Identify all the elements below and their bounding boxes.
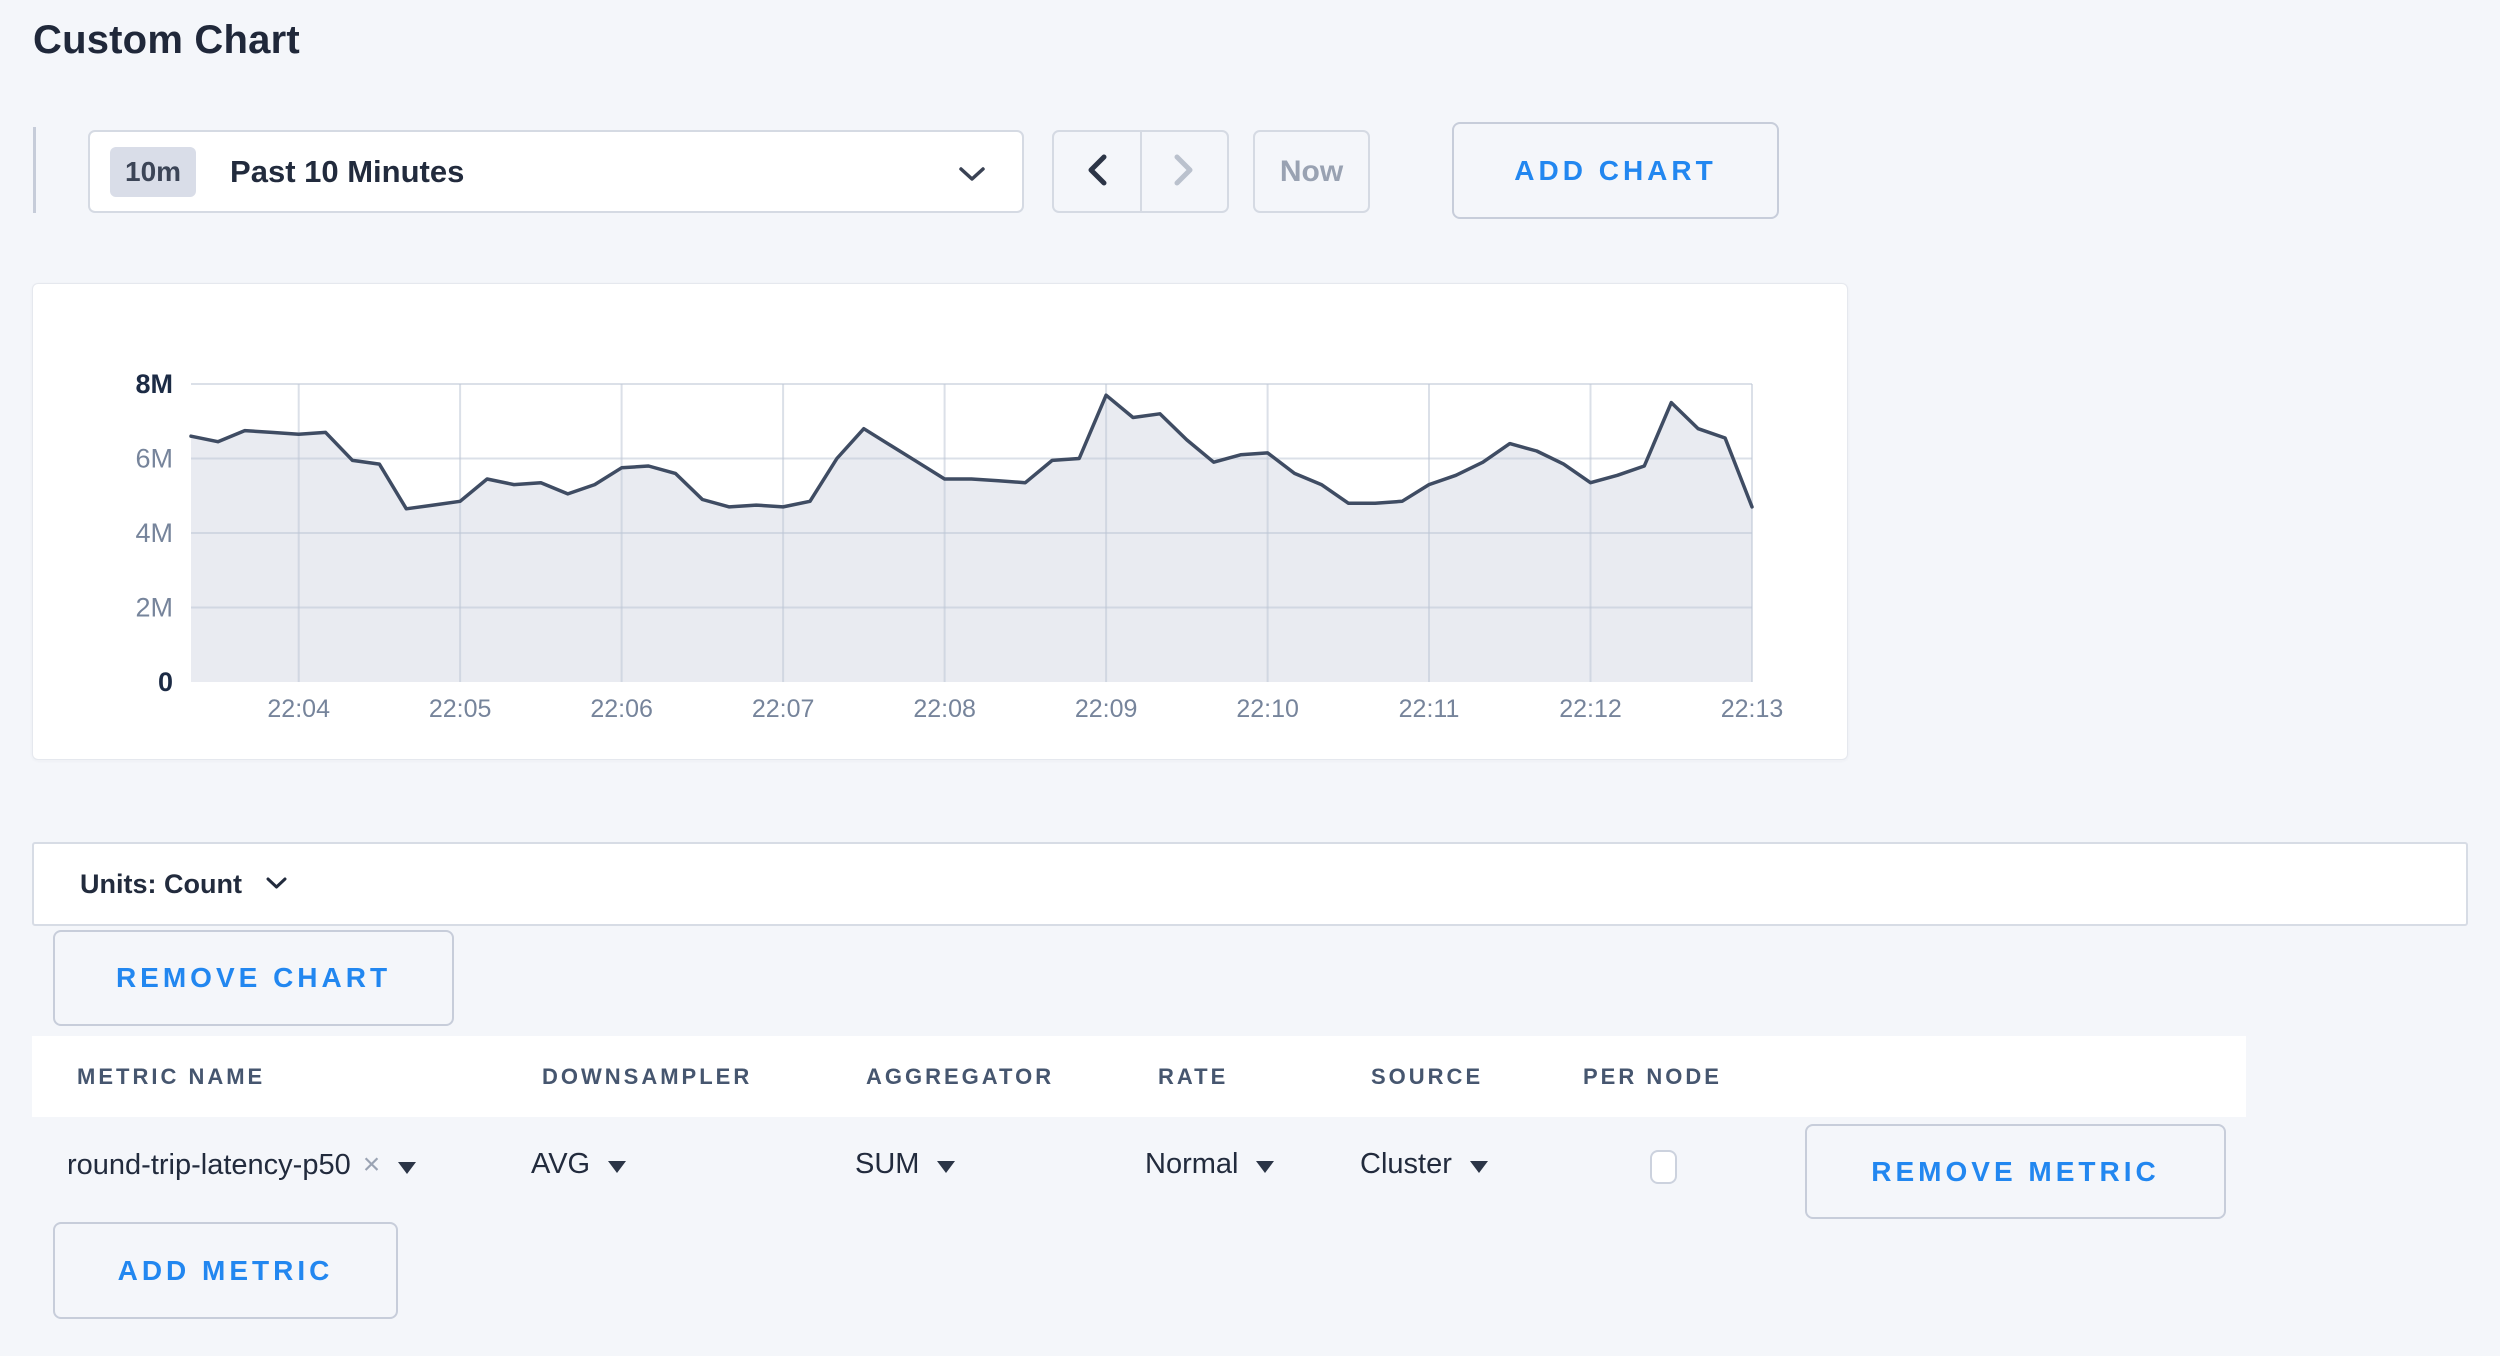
aggregator-dropdown[interactable]: SUM	[855, 1148, 955, 1181]
svg-text:22:05: 22:05	[429, 695, 492, 723]
aggregator-value: SUM	[855, 1148, 919, 1181]
downsampler-dropdown[interactable]: AVG	[531, 1148, 626, 1181]
svg-text:4M: 4M	[135, 518, 173, 548]
remove-chart-button[interactable]: REMOVE CHART	[53, 930, 454, 1026]
column-header-source: SOURCE	[1371, 1064, 1483, 1090]
rate-dropdown[interactable]: Normal	[1145, 1148, 1274, 1181]
add-metric-button[interactable]: ADD METRIC	[53, 1222, 398, 1319]
time-prev-button[interactable]	[1054, 132, 1142, 211]
per-node-checkbox[interactable]	[1650, 1150, 1677, 1184]
metric-name-value: round-trip-latency-p50	[67, 1149, 351, 1182]
time-nav-group	[1052, 130, 1229, 213]
column-header-metric-name: METRIC NAME	[77, 1064, 265, 1090]
add-chart-button[interactable]: ADD CHART	[1452, 122, 1779, 219]
metric-name-dropdown[interactable]: round-trip-latency-p50 ×	[67, 1148, 416, 1182]
svg-text:22:04: 22:04	[267, 695, 330, 723]
caret-down-icon	[608, 1161, 626, 1173]
metric-area-chart: 0 2M 4M 6M 8M 22:04 22:05 22:06 22:07 22:08 22:09 2…	[33, 284, 1849, 761]
caret-down-icon	[398, 1162, 416, 1174]
time-range-badge: 10m	[110, 147, 196, 197]
svg-text:6M: 6M	[135, 444, 173, 474]
toolbar-accent-bar	[33, 127, 36, 213]
caret-down-icon	[1470, 1161, 1488, 1173]
column-header-aggregator: AGGREGATOR	[866, 1064, 1054, 1090]
time-range-dropdown[interactable]: 10m Past 10 Minutes	[88, 130, 1024, 213]
time-next-button[interactable]	[1142, 132, 1228, 211]
caret-down-icon	[1256, 1161, 1274, 1173]
svg-text:22:11: 22:11	[1399, 695, 1460, 723]
chevron-down-icon	[958, 166, 986, 188]
chevron-right-icon	[1171, 152, 1197, 191]
svg-text:22:09: 22:09	[1075, 695, 1138, 723]
column-header-per-node: PER NODE	[1583, 1064, 1722, 1090]
downsampler-value: AVG	[531, 1148, 590, 1181]
svg-text:22:07: 22:07	[752, 695, 815, 723]
units-dropdown[interactable]: Units: Count	[32, 842, 2468, 926]
source-value: Cluster	[1360, 1148, 1452, 1181]
source-dropdown[interactable]: Cluster	[1360, 1148, 1488, 1181]
svg-text:22:06: 22:06	[590, 695, 653, 723]
svg-text:8M: 8M	[135, 369, 173, 399]
time-range-label: Past 10 Minutes	[230, 154, 464, 190]
caret-down-icon	[937, 1161, 955, 1173]
svg-text:22:12: 22:12	[1559, 695, 1622, 723]
svg-text:22:10: 22:10	[1236, 695, 1299, 723]
svg-text:22:13: 22:13	[1721, 695, 1784, 723]
remove-metric-button[interactable]: REMOVE METRIC	[1805, 1124, 2226, 1219]
now-button[interactable]: Now	[1253, 130, 1370, 213]
column-header-rate: RATE	[1158, 1064, 1228, 1090]
metric-table-header: METRIC NAME DOWNSAMPLER AGGREGATOR RATE …	[32, 1036, 2246, 1117]
svg-text:2M: 2M	[135, 593, 173, 623]
units-label: Units: Count	[80, 869, 242, 900]
page-title: Custom Chart	[33, 18, 300, 63]
chart-card: 0 2M 4M 6M 8M 22:04 22:05 22:06 22:07 22:08 22:09 2…	[32, 283, 1848, 760]
custom-chart-page: Custom Chart 10m Past 10 Minutes Now ADD…	[0, 0, 2500, 1356]
clear-metric-icon[interactable]: ×	[363, 1148, 381, 1182]
column-header-downsampler: DOWNSAMPLER	[542, 1064, 752, 1090]
svg-text:0: 0	[158, 667, 173, 697]
rate-value: Normal	[1145, 1148, 1238, 1181]
svg-text:22:08: 22:08	[913, 695, 976, 723]
chevron-down-icon	[266, 877, 287, 896]
chevron-left-icon	[1084, 152, 1110, 191]
